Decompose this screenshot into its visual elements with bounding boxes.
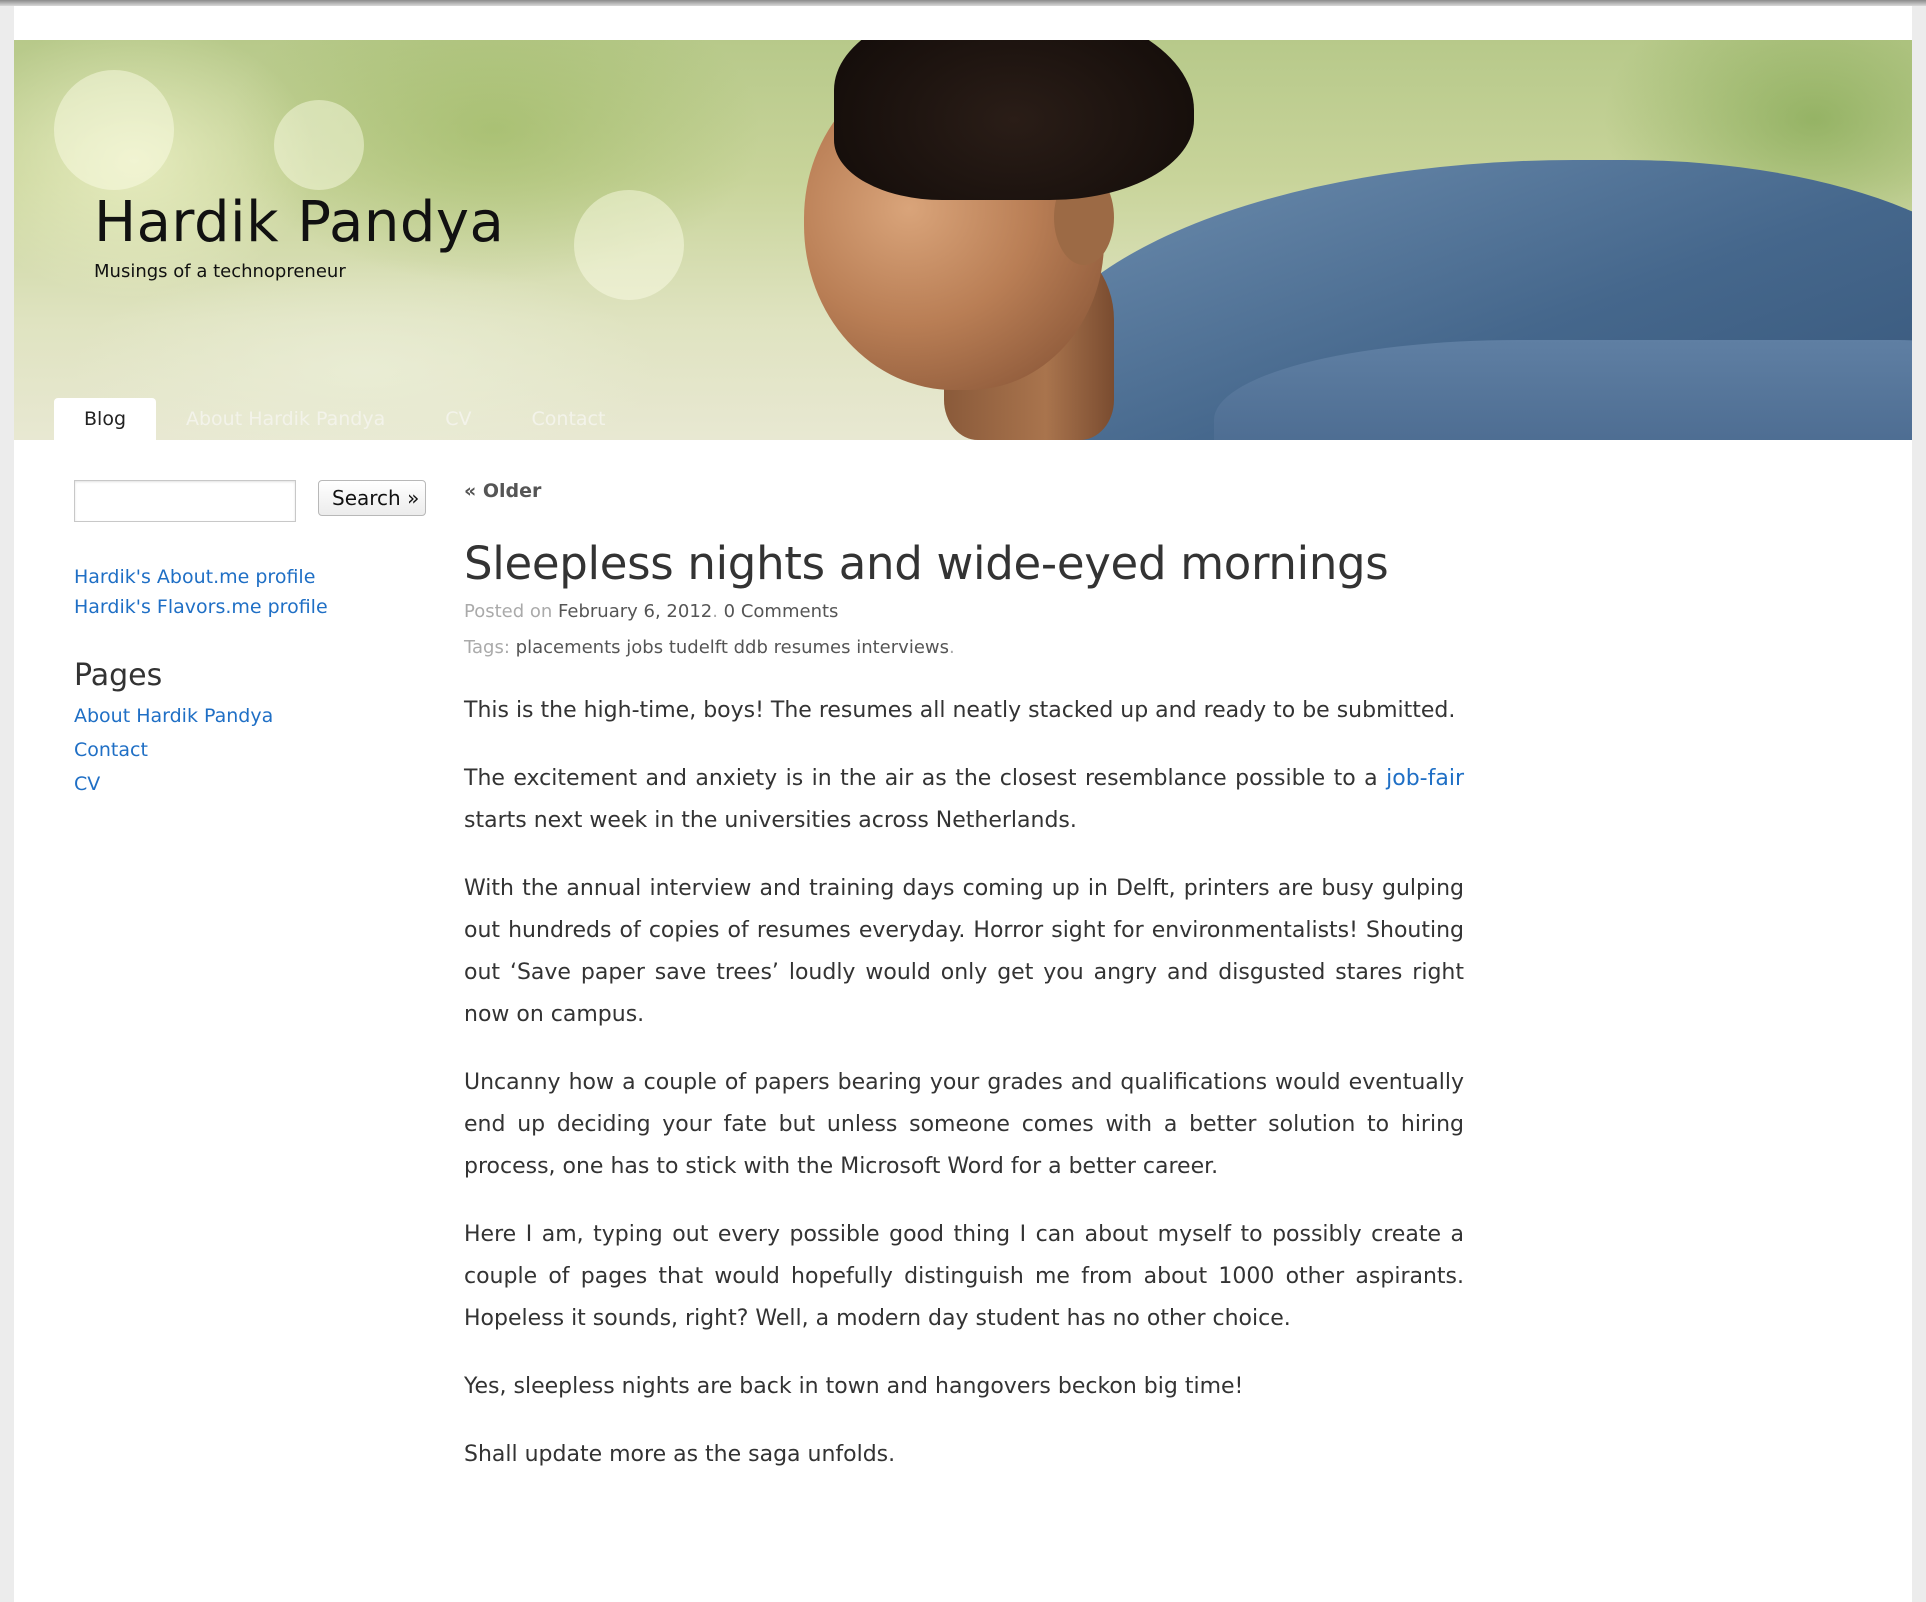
tags-label: Tags: [464, 637, 516, 658]
main-nav: Blog About Hardik Pandya CV Contact [54, 398, 635, 440]
sidebar: Search » Hardik's About.me profile Hardi… [74, 480, 434, 801]
nav-tab-contact[interactable]: Contact [502, 398, 636, 440]
post-paragraph: Uncanny how a couple of papers bearing y… [464, 1070, 1464, 1179]
search-button[interactable]: Search » [318, 480, 427, 516]
post-paragraph: Shall update more as the saga unfolds. [464, 1442, 896, 1467]
post-paragraph: With the annual interview and training d… [464, 876, 1464, 1027]
post-paragraph: The excitement and anxiety is in the air… [464, 766, 1464, 833]
site-tagline: Musings of a technopreneur [94, 261, 346, 282]
page-link-contact[interactable]: Contact [74, 733, 434, 767]
post-body: This is the high-time, boys! The resumes… [464, 690, 1464, 1476]
site-title[interactable]: Hardik Pandya [94, 190, 504, 255]
post-tags-line: Tags: placements jobs tudelft ddb resume… [464, 637, 955, 658]
page-link-about[interactable]: About Hardik Pandya [74, 699, 434, 733]
main-content: « Older Sleepless nights and wide-eyed m… [464, 480, 1464, 1502]
job-fair-link[interactable]: job-fair [1386, 766, 1464, 791]
post-date-line: Posted on February 6, 2012. 0 Comments [464, 601, 839, 622]
nav-tab-about[interactable]: About Hardik Pandya [156, 398, 415, 440]
tag-link[interactable]: resumes [774, 637, 851, 658]
post-date-link[interactable]: February 6, 2012 [558, 601, 712, 622]
search-input[interactable] [74, 480, 296, 522]
profile-links: Hardik's About.me profile Hardik's Flavo… [74, 562, 434, 622]
nav-tab-cv[interactable]: CV [415, 398, 501, 440]
post-title[interactable]: Sleepless nights and wide-eyed mornings [464, 534, 1464, 594]
tag-link[interactable]: interviews [856, 637, 949, 658]
tag-link[interactable]: placements [516, 637, 621, 658]
pages-heading: Pages [74, 658, 163, 693]
site-header: Hardik Pandya Musings of a technopreneur… [14, 40, 1912, 440]
post-paragraph: Here I am, typing out every possible goo… [464, 1222, 1464, 1331]
nav-tab-blog[interactable]: Blog [54, 398, 156, 440]
about-me-profile-link[interactable]: Hardik's About.me profile [74, 562, 434, 592]
flavors-me-profile-link[interactable]: Hardik's Flavors.me profile [74, 592, 434, 622]
tag-link[interactable]: tudelft [669, 637, 728, 658]
tag-link[interactable]: ddb [734, 637, 768, 658]
search-form: Search » [74, 480, 434, 522]
post-paragraph: Yes, sleepless nights are back in town a… [464, 1374, 1244, 1399]
post-comments-link[interactable]: 0 Comments [724, 601, 839, 622]
page-container: Hardik Pandya Musings of a technopreneur… [14, 6, 1912, 1602]
posted-on-label: Posted on [464, 601, 559, 622]
tag-link[interactable]: jobs [626, 637, 663, 658]
post-meta: Posted on February 6, 2012. 0 Comments T… [464, 594, 1464, 666]
older-posts-link[interactable]: « Older [464, 480, 541, 502]
page-link-cv[interactable]: CV [74, 767, 434, 801]
post-paragraph: This is the high-time, boys! The resumes… [464, 698, 1456, 723]
